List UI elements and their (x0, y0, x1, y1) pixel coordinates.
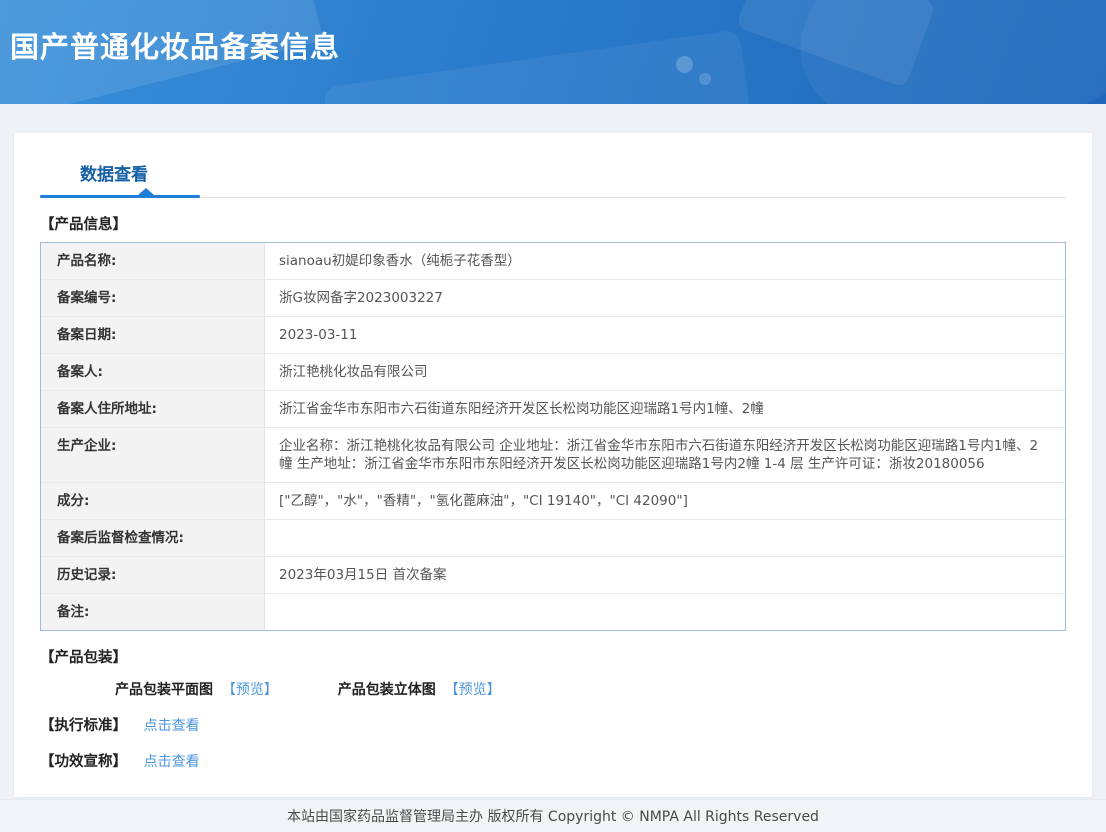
row-label: 备案编号: (41, 280, 265, 316)
row-label: 成分: (41, 483, 265, 519)
row-value: sianoau初媞印象香水（纯栀子花香型） (279, 253, 521, 269)
table-row-registration-number: 备案编号: 浙G妆网备字2023003227 (41, 280, 1065, 317)
execution-standard-title: 【执行标准】 (40, 718, 127, 734)
efficacy-claim-title: 【功效宣称】 (40, 754, 127, 770)
row-value: 2023-03-11 (279, 327, 358, 343)
row-value: 2023年03月15日 首次备案 (279, 567, 447, 583)
packaging-3d-item: 产品包装立体图 【预览】 (338, 682, 501, 698)
row-label: 备案后监督检查情况: (41, 520, 265, 556)
page-title: 国产普通化妆品备案信息 (10, 30, 341, 64)
tab-bar: 数据查看 (40, 133, 1066, 198)
row-value: 浙江省金华市东阳市六石街道东阳经济开发区长松岗功能区迎瑞路1号内1幢、2幢 (279, 401, 764, 417)
page: 国产普通化妆品备案信息 数据查看 【产品信息】 产品名称: sianoau初媞印… (0, 0, 1106, 832)
table-row-manufacturer: 生产企业: 企业名称：浙江艳桃化妆品有限公司 企业地址：浙江省金华市东阳市六石街… (41, 428, 1065, 483)
row-value: ["乙醇"，"水"，"香精"，"氢化蓖麻油"，"CI 19140"，"CI 42… (279, 493, 688, 509)
execution-standard-view-link[interactable]: 点击查看 (144, 718, 200, 734)
packaging-flat-preview-link[interactable]: 【预览】 (222, 682, 278, 698)
packaging-3d-label: 产品包装立体图 (337, 682, 436, 698)
tab-underline-track (40, 188, 1066, 198)
table-row-remarks: 备注: (41, 594, 1065, 630)
packaging-section-title: 【产品包装】 (40, 650, 127, 666)
row-label: 备案人: (41, 354, 265, 390)
copyright-text: 本站由国家药品监督管理局主办 版权所有 Copyright © NMPA All… (287, 809, 819, 825)
table-row-ingredients: 成分: ["乙醇"，"水"，"香精"，"氢化蓖麻油"，"CI 19140"，"C… (41, 483, 1065, 520)
tab-arrow-icon (138, 188, 154, 195)
row-label: 生产企业: (41, 428, 265, 482)
efficacy-claim-view-link[interactable]: 点击查看 (144, 754, 200, 770)
tab-underline-active (40, 188, 200, 198)
table-row-registration-date: 备案日期: 2023-03-11 (41, 317, 1065, 354)
row-value (265, 520, 1065, 556)
content-card: 数据查看 【产品信息】 产品名称: sianoau初媞印象香水（纯栀子花香型） … (14, 133, 1092, 797)
row-label: 备案人住所地址: (41, 391, 265, 427)
product-info-table: 产品名称: sianoau初媞印象香水（纯栀子花香型） 备案编号: 浙G妆网备字… (40, 242, 1066, 631)
page-footer: 本站由国家药品监督管理局主办 版权所有 Copyright © NMPA All… (0, 799, 1106, 832)
table-row-product-name: 产品名称: sianoau初媞印象香水（纯栀子花香型） (41, 243, 1065, 280)
row-label: 备案日期: (41, 317, 265, 353)
packaging-flat-label: 产品包装平面图 (115, 682, 213, 698)
row-value (265, 594, 1065, 630)
row-value: 浙江艳桃化妆品有限公司 (279, 364, 428, 380)
page-header: 国产普通化妆品备案信息 (0, 0, 1106, 104)
header-decoration-circle (699, 73, 711, 85)
packaging-row: 产品包装平面图 【预览】 产品包装立体图 【预览】 (115, 679, 1066, 699)
row-value: 企业名称：浙江艳桃化妆品有限公司 企业地址：浙江省金华市东阳市六石街道东阳经济开… (279, 438, 1039, 472)
table-row-registrant: 备案人: 浙江艳桃化妆品有限公司 (41, 354, 1065, 391)
execution-standard-section: 【执行标准】 点击查看 (40, 714, 1066, 735)
table-row-supervision-check: 备案后监督检查情况: (41, 520, 1065, 557)
row-label: 历史记录: (41, 557, 265, 593)
row-label: 备注: (41, 594, 265, 630)
packaging-3d-preview-link[interactable]: 【预览】 (445, 682, 501, 698)
efficacy-claim-section: 【功效宣称】 点击查看 (40, 750, 1066, 771)
row-label: 产品名称: (41, 243, 265, 279)
product-info-section-title: 【产品信息】 (40, 217, 127, 233)
table-row-history: 历史记录: 2023年03月15日 首次备案 (41, 557, 1065, 594)
packaging-flat-item: 产品包装平面图 【预览】 (115, 682, 283, 698)
row-value: 浙G妆网备字2023003227 (279, 290, 443, 306)
table-row-registrant-address: 备案人住所地址: 浙江省金华市东阳市六石街道东阳经济开发区长松岗功能区迎瑞路1号… (41, 391, 1065, 428)
